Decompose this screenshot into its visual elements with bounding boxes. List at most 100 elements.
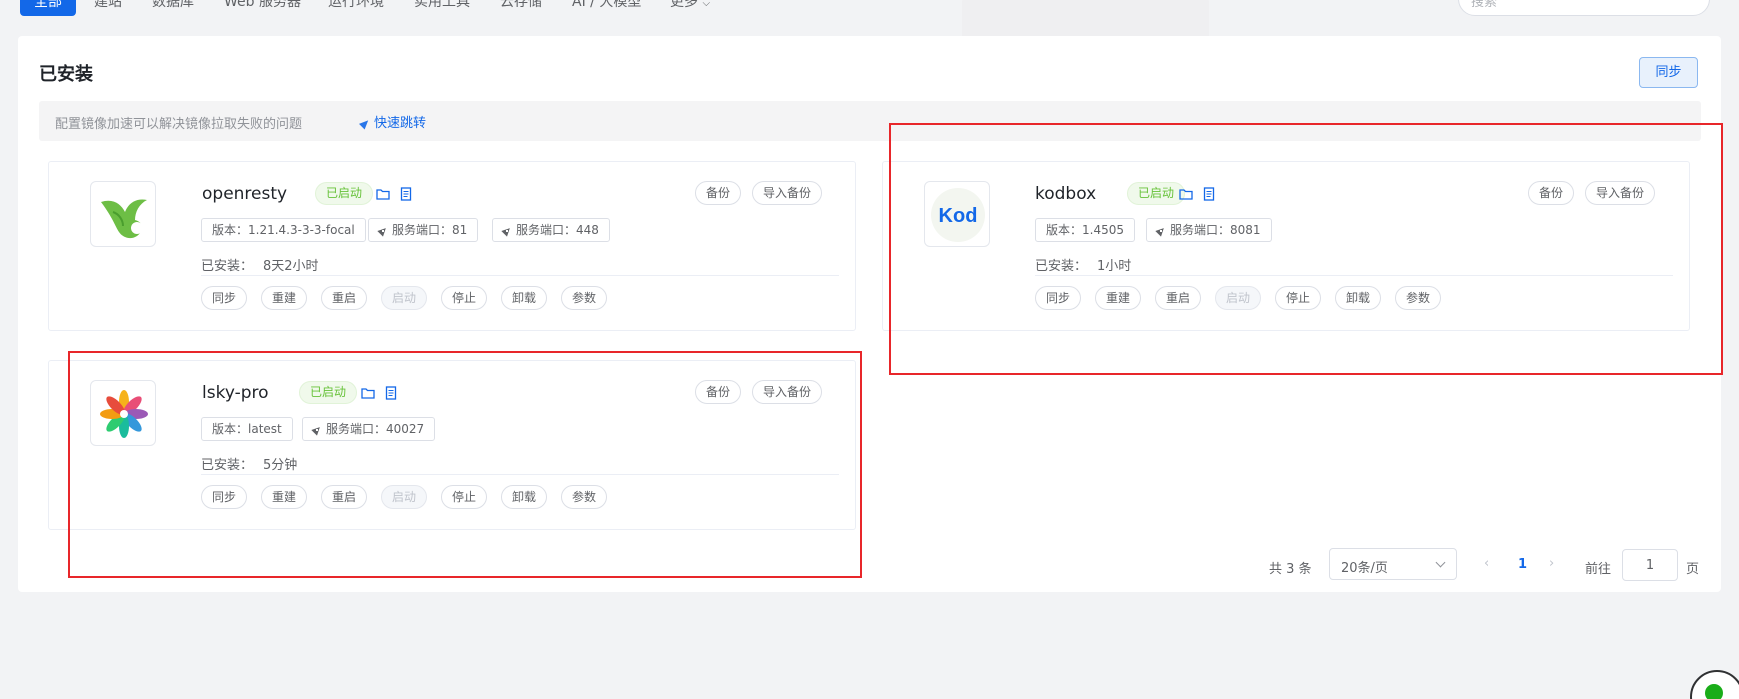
- category-nav: 全部 建站 数据库 Web 服务器 运行环境 实用工具 云存储 AI / 大模型…: [0, 0, 1739, 22]
- uninstall-button[interactable]: 卸载: [501, 485, 548, 509]
- chevron-down-icon: [1435, 557, 1446, 568]
- folder-icon[interactable]: [376, 187, 390, 201]
- document-icon[interactable]: [1202, 187, 1216, 201]
- tab-cloud-storage[interactable]: 云存储: [486, 0, 556, 16]
- folder-icon[interactable]: [1179, 187, 1193, 201]
- import-backup-button[interactable]: 导入备份: [752, 181, 823, 205]
- installed-value: 1小时: [1097, 259, 1132, 274]
- port-tag[interactable]: 服务端口：81: [368, 218, 479, 242]
- navigation-arrow-icon: [503, 226, 512, 235]
- port-tag[interactable]: 服务端口：40027: [302, 417, 436, 441]
- app-name: lsky-pro: [202, 383, 269, 403]
- import-backup-button[interactable]: 导入备份: [752, 380, 823, 404]
- installed-label: 已安装：: [201, 458, 254, 473]
- goto-page-input-wrap[interactable]: [1622, 549, 1678, 581]
- params-button[interactable]: 参数: [1395, 286, 1442, 310]
- page-size-select[interactable]: 20条/页: [1329, 548, 1457, 580]
- navigation-arrow-icon: [361, 117, 371, 127]
- tab-more[interactable]: 更多 ⌵: [656, 0, 724, 16]
- installed-time: 已安装： 1小时: [1035, 255, 1131, 274]
- next-page-button[interactable]: ›: [1549, 556, 1554, 571]
- pagination-total: 共 3 条: [1269, 562, 1312, 577]
- navigation-arrow-icon: [313, 425, 322, 434]
- page-size-value: 20条/页: [1341, 561, 1388, 576]
- app-card-openresty: openresty 已启动 备份 导入备份 版本：1.21.4.3-3-3-fo…: [48, 161, 856, 331]
- restart-button[interactable]: 重启: [1155, 286, 1202, 310]
- version-tag: 版本：latest: [201, 417, 293, 441]
- stop-button[interactable]: 停止: [441, 485, 488, 509]
- port-label: 服务端口：40027: [326, 422, 425, 436]
- start-button[interactable]: 启动: [381, 485, 428, 509]
- tab-all[interactable]: 全部: [20, 0, 76, 16]
- params-button[interactable]: 参数: [561, 485, 608, 509]
- search-box[interactable]: [1458, 0, 1710, 16]
- rebuild-button[interactable]: 重建: [261, 286, 308, 310]
- backup-button[interactable]: 备份: [695, 181, 742, 205]
- page-number-current[interactable]: 1: [1518, 557, 1527, 572]
- sync-action-button[interactable]: 同步: [201, 485, 248, 509]
- quick-jump-label: 快速跳转: [374, 116, 427, 131]
- tab-site[interactable]: 建站: [80, 0, 136, 16]
- tab-web-server[interactable]: Web 服务器: [210, 0, 315, 16]
- tab-tools[interactable]: 实用工具: [400, 0, 484, 16]
- document-icon[interactable]: [384, 386, 398, 400]
- tab-ai[interactable]: AI / 大模型: [558, 0, 655, 16]
- installed-value: 8天2小时: [263, 259, 319, 274]
- app-name: kodbox: [1035, 184, 1097, 204]
- installed-label: 已安装：: [1035, 259, 1088, 274]
- installed-label: 已安装：: [201, 259, 254, 274]
- uninstall-button[interactable]: 卸载: [1335, 286, 1382, 310]
- document-icon[interactable]: [399, 187, 413, 201]
- navigation-arrow-icon: [1157, 226, 1166, 235]
- port-tag[interactable]: 服务端口：8081: [1146, 218, 1272, 242]
- rebuild-button[interactable]: 重建: [261, 485, 308, 509]
- port-tag[interactable]: 服务端口：448: [492, 218, 610, 242]
- params-button[interactable]: 参数: [561, 286, 608, 310]
- divider: [1035, 275, 1673, 276]
- rebuild-button[interactable]: 重建: [1095, 286, 1142, 310]
- tab-more-label: 更多: [670, 0, 698, 10]
- sync-button[interactable]: 同步: [1639, 57, 1698, 88]
- installed-panel: 已安装 同步 配置镜像加速可以解决镜像拉取失败的问题 快速跳转 openrest…: [18, 36, 1721, 592]
- backup-button[interactable]: 备份: [695, 380, 742, 404]
- folder-icon[interactable]: [361, 386, 375, 400]
- port-label: 服务端口：448: [516, 223, 599, 237]
- sync-action-button[interactable]: 同步: [1035, 286, 1082, 310]
- installed-value: 5分钟: [263, 458, 298, 473]
- chat-launcher-icon[interactable]: [1690, 670, 1739, 699]
- openresty-logo: [90, 181, 156, 247]
- app-card-kodbox: Kod kodbox 已启动 备份 导入备份 版本：1.4505 服务端口：80…: [882, 161, 1690, 331]
- prev-page-button[interactable]: ‹: [1484, 556, 1489, 571]
- mirror-notice: 配置镜像加速可以解决镜像拉取失败的问题 快速跳转: [39, 101, 1701, 141]
- import-backup-button[interactable]: 导入备份: [1585, 181, 1656, 205]
- search-input[interactable]: [1471, 0, 1671, 13]
- notice-text: 配置镜像加速可以解决镜像拉取失败的问题: [55, 117, 303, 132]
- stop-button[interactable]: 停止: [441, 286, 488, 310]
- lsky-pro-logo: [90, 380, 156, 446]
- version-label: 版本：1.21.4.3-3-3-focal: [212, 223, 355, 237]
- tab-database[interactable]: 数据库: [138, 0, 208, 16]
- start-button[interactable]: 启动: [381, 286, 428, 310]
- quick-jump-link[interactable]: 快速跳转: [361, 112, 426, 131]
- app-name: openresty: [202, 184, 288, 204]
- kodbox-logo: Kod: [924, 181, 990, 247]
- status-badge: 已启动: [299, 381, 358, 404]
- divider: [201, 275, 839, 276]
- installed-time: 已安装： 5分钟: [201, 454, 297, 473]
- stop-button[interactable]: 停止: [1275, 286, 1322, 310]
- status-badge: 已启动: [1127, 182, 1186, 205]
- sync-action-button[interactable]: 同步: [201, 286, 248, 310]
- installed-time: 已安装： 8天2小时: [201, 255, 319, 274]
- port-label: 服务端口：81: [392, 223, 468, 237]
- version-label: 版本：1.4505: [1046, 223, 1124, 237]
- uninstall-button[interactable]: 卸载: [501, 286, 548, 310]
- backup-button[interactable]: 备份: [1528, 181, 1575, 205]
- tab-runtime[interactable]: 运行环境: [314, 0, 398, 16]
- version-label: 版本：latest: [212, 422, 282, 436]
- chevron-down-icon: ⌵: [702, 0, 711, 9]
- start-button[interactable]: 启动: [1215, 286, 1262, 310]
- restart-button[interactable]: 重启: [321, 485, 368, 509]
- goto-page-input[interactable]: [1623, 550, 1677, 580]
- divider: [201, 474, 839, 475]
- restart-button[interactable]: 重启: [321, 286, 368, 310]
